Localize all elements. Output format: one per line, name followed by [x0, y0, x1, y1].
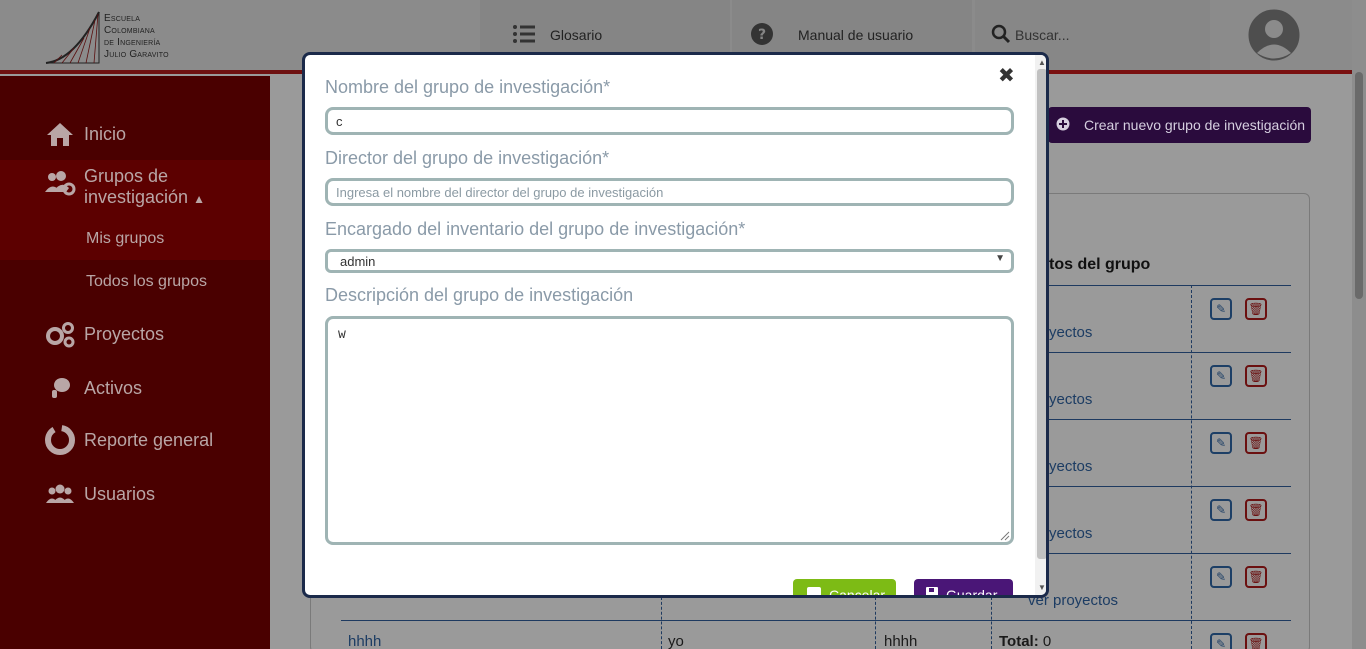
- group-inventory: hhhh: [884, 633, 918, 649]
- sidebar-item-label: Reporte general: [84, 429, 214, 450]
- create-group-label: Crear nuevo grupo de investigación: [1084, 117, 1306, 133]
- sidebar-item-label: Inicio: [84, 123, 127, 144]
- logo-text: Escuela Colombiana de Ingeniería Julio G…: [104, 13, 169, 60]
- sidebar-item-label: Proyectos: [84, 323, 165, 344]
- group-name-input[interactable]: [325, 107, 1014, 135]
- trash-icon[interactable]: 🗑: [1245, 633, 1267, 649]
- save-button[interactable]: Guardar: [914, 579, 1013, 595]
- question-circle-icon: ?: [750, 22, 774, 49]
- edit-icon[interactable]: ✎: [1210, 365, 1232, 387]
- school-logo[interactable]: Escuela Colombiana de Ingeniería Julio G…: [44, 10, 204, 65]
- sidebar-item-todos-grupos[interactable]: Todos los grupos: [0, 268, 270, 296]
- sidebar-item-inicio[interactable]: Inicio: [0, 116, 270, 152]
- users-icon: [44, 483, 76, 505]
- gears-icon: [44, 320, 76, 348]
- column-header-projects: tos del grupo: [1049, 256, 1151, 273]
- save-icon: [926, 587, 938, 595]
- row-projects-link[interactable]: yectos: [1049, 324, 1092, 341]
- trash-icon[interactable]: 🗑: [1245, 566, 1267, 588]
- chevron-up-icon: ▲: [193, 192, 205, 206]
- edit-icon[interactable]: ✎: [1210, 633, 1232, 649]
- row-divider: [341, 620, 1291, 621]
- sidebar-item-reporte[interactable]: Reporte general: [0, 422, 270, 458]
- list-icon: [512, 23, 536, 48]
- sidebar: Inicio Grupos de investigación ▲ Mis gru…: [0, 76, 270, 649]
- inventory-select[interactable]: admin ▼: [325, 249, 1014, 273]
- search-input[interactable]: Buscar...: [1015, 27, 1069, 43]
- svg-text:?: ?: [758, 27, 766, 43]
- row-projects-link[interactable]: yectos: [1049, 391, 1092, 408]
- caret-down-icon: ▼: [995, 253, 1005, 264]
- search-icon: [991, 24, 1011, 47]
- users-cog-icon: [44, 170, 76, 196]
- cancel-icon: [807, 587, 821, 595]
- avatar-icon: [1248, 9, 1300, 61]
- sidebar-item-usuarios[interactable]: Usuarios: [0, 476, 270, 512]
- modal-scrollbar[interactable]: ▲ ▼: [1035, 55, 1046, 595]
- description-textarea[interactable]: w: [325, 316, 1014, 545]
- row-projects-link[interactable]: yectos: [1049, 525, 1092, 542]
- home-icon: [44, 121, 76, 147]
- scroll-up-icon[interactable]: ▲: [1038, 58, 1046, 67]
- row-projects-link[interactable]: yectos: [1049, 458, 1092, 475]
- edit-icon[interactable]: ✎: [1210, 499, 1232, 521]
- group-director: yo: [668, 633, 684, 649]
- sidebar-item-proyectos[interactable]: Proyectos: [0, 316, 270, 352]
- trash-icon[interactable]: 🗑: [1245, 499, 1267, 521]
- close-icon[interactable]: ✖: [998, 63, 1015, 88]
- group-total: Total: 0: [999, 633, 1052, 649]
- sidebar-item-mis-grupos[interactable]: Mis grupos: [0, 218, 270, 260]
- director-input[interactable]: [325, 178, 1014, 206]
- edit-icon[interactable]: ✎: [1210, 566, 1232, 588]
- sidebar-item-label: Activos: [84, 377, 143, 398]
- sidebar-item-label: Usuarios: [84, 483, 156, 504]
- edit-icon[interactable]: ✎: [1210, 298, 1232, 320]
- user-avatar[interactable]: [1212, 0, 1352, 70]
- group-name-link[interactable]: hhhh: [348, 633, 381, 649]
- trash-icon[interactable]: 🗑: [1245, 432, 1267, 454]
- director-label: Director del grupo de investigación*: [325, 148, 610, 168]
- create-group-modal: ✖ Nombre del grupo de investigación* Dir…: [302, 52, 1049, 598]
- scroll-down-icon[interactable]: ▼: [1038, 583, 1046, 592]
- edit-icon[interactable]: ✎: [1210, 432, 1232, 454]
- page-scrollbar[interactable]: [1352, 0, 1366, 649]
- glosario-label: Glosario: [550, 27, 603, 43]
- trash-icon[interactable]: 🗑: [1245, 298, 1267, 320]
- create-group-button[interactable]: Crear nuevo grupo de investigación: [1048, 107, 1311, 143]
- trash-icon[interactable]: 🗑: [1245, 365, 1267, 387]
- description-label: Descripción del grupo de investigación: [325, 285, 634, 305]
- logo-mark-icon: [45, 11, 100, 64]
- sidebar-item-activos[interactable]: Activos: [0, 370, 270, 406]
- inventory-label: Encargado del inventario del grupo de in…: [325, 219, 746, 239]
- cancel-button[interactable]: Cancelar: [793, 579, 896, 595]
- plus-circle-icon: [1056, 117, 1070, 134]
- manual-label: Manual de usuario: [798, 27, 914, 43]
- asset-icon: [44, 375, 76, 401]
- chart-icon: [44, 424, 76, 456]
- sidebar-item-label: Grupos de investigación ▲: [84, 166, 205, 207]
- name-label: Nombre del grupo de investigación*: [325, 77, 611, 97]
- resize-handle-icon[interactable]: [1000, 531, 1010, 541]
